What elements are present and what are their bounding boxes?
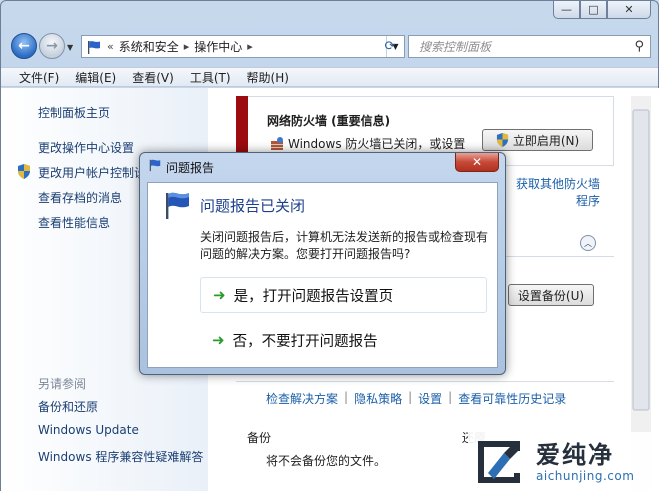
settings-link[interactable]: 设置 (418, 390, 442, 407)
action-center-flag-icon (149, 159, 161, 172)
do-not-open-problem-report-option[interactable]: ➜ 否，不要打开问题报告 (200, 322, 487, 358)
search-input[interactable]: 搜索控制面板 ⚲ (408, 35, 651, 58)
back-arrow-icon: ← (18, 38, 30, 54)
backup-title: 备份 (247, 431, 272, 445)
close-window-button[interactable]: ✕ (607, 1, 651, 19)
back-button[interactable]: ← (11, 33, 37, 59)
enable-now-button[interactable]: 立即启用(N) (482, 129, 593, 151)
firewall-status-text: Windows 防火墙已关闭，或设置 (288, 137, 466, 151)
firewall-status: Windows 防火墙已关闭，或设置 (270, 135, 465, 152)
search-icon[interactable]: ⚲ (634, 39, 644, 54)
minimize-button[interactable]: — (553, 1, 580, 19)
get-other-firewall-link[interactable]: 获取其他防火墙程序 (508, 176, 600, 210)
enable-now-label: 立即启用(N) (512, 133, 580, 148)
recent-pages-dropdown-icon[interactable]: ▼ (67, 43, 73, 52)
forward-button[interactable]: → (39, 33, 65, 59)
breadcrumb-system-security[interactable]: 系统和安全 (119, 38, 179, 55)
link-divider: | (408, 390, 413, 404)
sidebar-item-view-archived-messages[interactable]: 查看存档的消息 (38, 189, 122, 206)
dialog-close-button[interactable]: ✕ (455, 153, 499, 172)
windows-firewall-icon (271, 136, 283, 150)
dialog-message: 关闭问题报告后，计算机无法发送新的报告或检查现有问题的解决方案。您要打开问题报告… (200, 230, 489, 261)
menu-file[interactable]: 文件(F) (19, 69, 59, 86)
search-placeholder: 搜索控制面板 (419, 40, 492, 54)
close-icon: ✕ (471, 155, 483, 169)
collapse-chevron-up-icon[interactable]: ︿ (580, 235, 596, 251)
see-also-label: 另请参阅 (38, 377, 87, 391)
caption-buttons: — □ ✕ (553, 1, 651, 19)
dialog-heading: 问题报告已关闭 (200, 197, 306, 215)
sidebar-item-change-uac-settings[interactable]: 更改用户帐户控制设 (38, 164, 146, 181)
open-problem-report-settings-option[interactable]: ➜ 是，打开问题报告设置页 (200, 277, 487, 313)
link-divider: | (344, 390, 349, 404)
menu-edit[interactable]: 编辑(E) (75, 69, 116, 86)
green-arrow-icon: ➜ (212, 331, 225, 349)
setup-backup-button[interactable]: 设置备份(U) (508, 284, 594, 306)
backup-description: 将不会备份您的文件。 (266, 454, 387, 468)
option-yes-label: 是，打开问题报告设置页 (233, 288, 394, 305)
sidebar-item-windows-update[interactable]: Windows Update (38, 423, 139, 437)
dialog-title: 问题报告 (166, 161, 215, 175)
link-divider: | (448, 390, 453, 404)
dialog-body: 问题报告已关闭 关闭问题报告后，计算机无法发送新的报告或检查现有问题的解决方案。… (147, 182, 498, 368)
address-overflow-icon[interactable]: « (107, 40, 114, 53)
sidebar-item-compatibility-troubleshooter[interactable]: Windows 程序兼容性疑难解答 (38, 448, 203, 465)
uac-shield-icon (18, 164, 30, 179)
sidebar-item-control-panel-home[interactable]: 控制面板主页 (38, 104, 110, 121)
reliability-history-link[interactable]: 查看可靠性历史记录 (458, 390, 566, 407)
firewall-title: 网络防火墙 (重要信息) (267, 114, 391, 128)
menu-view[interactable]: 查看(V) (132, 69, 174, 86)
sidebar-item-change-action-center-settings[interactable]: 更改操作中心设置 (38, 139, 134, 156)
large-flag-icon (166, 192, 189, 219)
watermark-logo: 爱纯净 aichunjing.com (468, 432, 659, 491)
navigation-bar: ← → ▼ « 系统和安全 ▸ 操作中心 ▸ ▼ ⟳ 搜索控制面板 ⚲ (1, 25, 658, 67)
sidebar-item-view-performance-info[interactable]: 查看性能信息 (38, 214, 110, 231)
address-bar[interactable]: « 系统和安全 ▸ 操作中心 ▸ ▼ (81, 35, 405, 58)
option-no-label: 否，不要打开问题报告 (232, 333, 378, 350)
green-arrow-icon: ➜ (213, 286, 226, 304)
problem-report-dialog: 问题报告 ✕ 问题报告已关闭 关闭问题报告后，计算机无法发送新的报告或检查现有问… (139, 152, 506, 375)
refresh-icon[interactable]: ⟳ (377, 36, 403, 57)
privacy-policy-link[interactable]: 隐私策略 (354, 390, 402, 407)
menu-bar: 文件(F) 编辑(E) 查看(V) 工具(T) 帮助(H) (1, 67, 658, 87)
maximize-button[interactable]: □ (580, 1, 607, 19)
maintenance-links: 检查解决方案 | 隐私策略 | 设置 | 查看可靠性历史记录 (266, 390, 566, 407)
check-solutions-link[interactable]: 检查解决方案 (266, 390, 338, 407)
breadcrumb-arrow-icon[interactable]: ▸ (247, 40, 253, 53)
watermark-domain-text: aichunjing.com (536, 468, 635, 483)
menu-tools[interactable]: 工具(T) (190, 69, 231, 86)
sidebar-item-backup-restore[interactable]: 备份和还原 (38, 398, 98, 415)
watermark-mark-icon (478, 440, 520, 483)
uac-shield-icon (496, 133, 508, 147)
menu-help[interactable]: 帮助(H) (247, 69, 289, 86)
breadcrumb-action-center[interactable]: 操作中心 (194, 38, 242, 55)
breadcrumb-arrow-icon[interactable]: ▸ (184, 40, 190, 53)
watermark-chinese-text: 爱纯净 (536, 440, 614, 469)
action-center-flag-icon (88, 40, 100, 54)
forward-arrow-icon: → (46, 38, 58, 54)
